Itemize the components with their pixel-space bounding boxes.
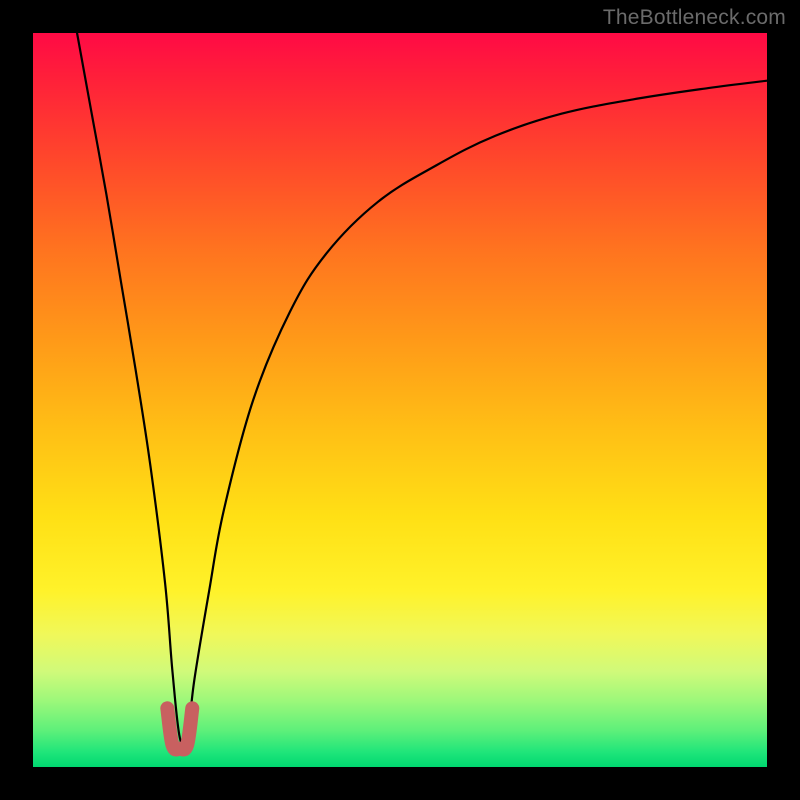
chart-plot-area (33, 33, 767, 767)
chart-frame: TheBottleneck.com (0, 0, 800, 800)
watermark-text: TheBottleneck.com (603, 6, 786, 30)
chart-svg (33, 33, 767, 767)
optimal-range-marker (167, 708, 192, 749)
bottleneck-curve (77, 33, 767, 746)
